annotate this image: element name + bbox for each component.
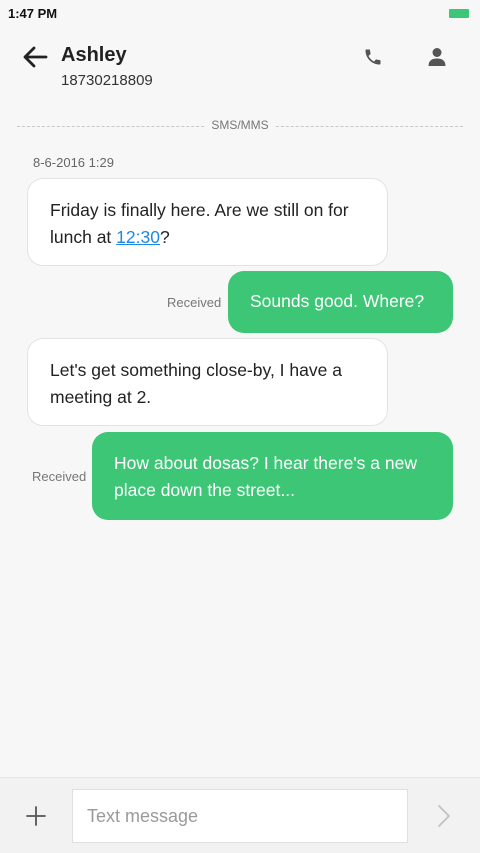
time-link[interactable]: 12:30 <box>116 227 160 247</box>
add-attachment-button[interactable] <box>22 802 50 830</box>
composer-bar <box>0 777 480 853</box>
message-timestamp: 8-6-2016 1:29 <box>33 155 114 170</box>
status-time: 1:47 PM <box>8 6 58 21</box>
contact-number: 18730218809 <box>61 72 153 89</box>
delivery-status: Received <box>32 469 87 484</box>
channel-label: SMS/MMS <box>205 118 275 132</box>
message-text-end: ? <box>159 227 170 247</box>
chevron-right-icon <box>438 805 450 827</box>
battery-icon <box>449 9 469 18</box>
person-icon <box>428 48 446 66</box>
message-text: How about dosas? I hear there's a new pl… <box>114 453 417 500</box>
call-button[interactable] <box>358 42 388 72</box>
back-button[interactable] <box>18 42 52 72</box>
contact-name: Ashley <box>61 44 127 66</box>
contact-profile-button[interactable] <box>422 42 452 72</box>
phone-icon <box>365 49 381 65</box>
arrow-left-icon <box>23 46 48 68</box>
status-bar: 1:47 PM <box>0 0 480 28</box>
outgoing-message[interactable]: Sounds good. Where? <box>228 271 453 333</box>
outgoing-message[interactable]: How about dosas? I hear there's a new pl… <box>92 432 453 520</box>
incoming-message[interactable]: Friday is finally here. Are we still on … <box>27 178 388 266</box>
message-input[interactable] <box>72 789 408 843</box>
incoming-message[interactable]: Let's get something close-by, I have a m… <box>27 338 388 426</box>
delivery-status: Received <box>167 295 222 310</box>
plus-icon <box>26 806 46 826</box>
message-text: Friday is finally here. Are we still on … <box>50 200 349 247</box>
send-button[interactable] <box>430 802 458 830</box>
message-text: Sounds good. Where? <box>250 291 425 311</box>
message-text: Let's get something close-by, I have a m… <box>50 360 342 407</box>
channel-divider: SMS/MMS <box>17 118 463 136</box>
conversation-header: Ashley 18730218809 <box>0 28 480 108</box>
